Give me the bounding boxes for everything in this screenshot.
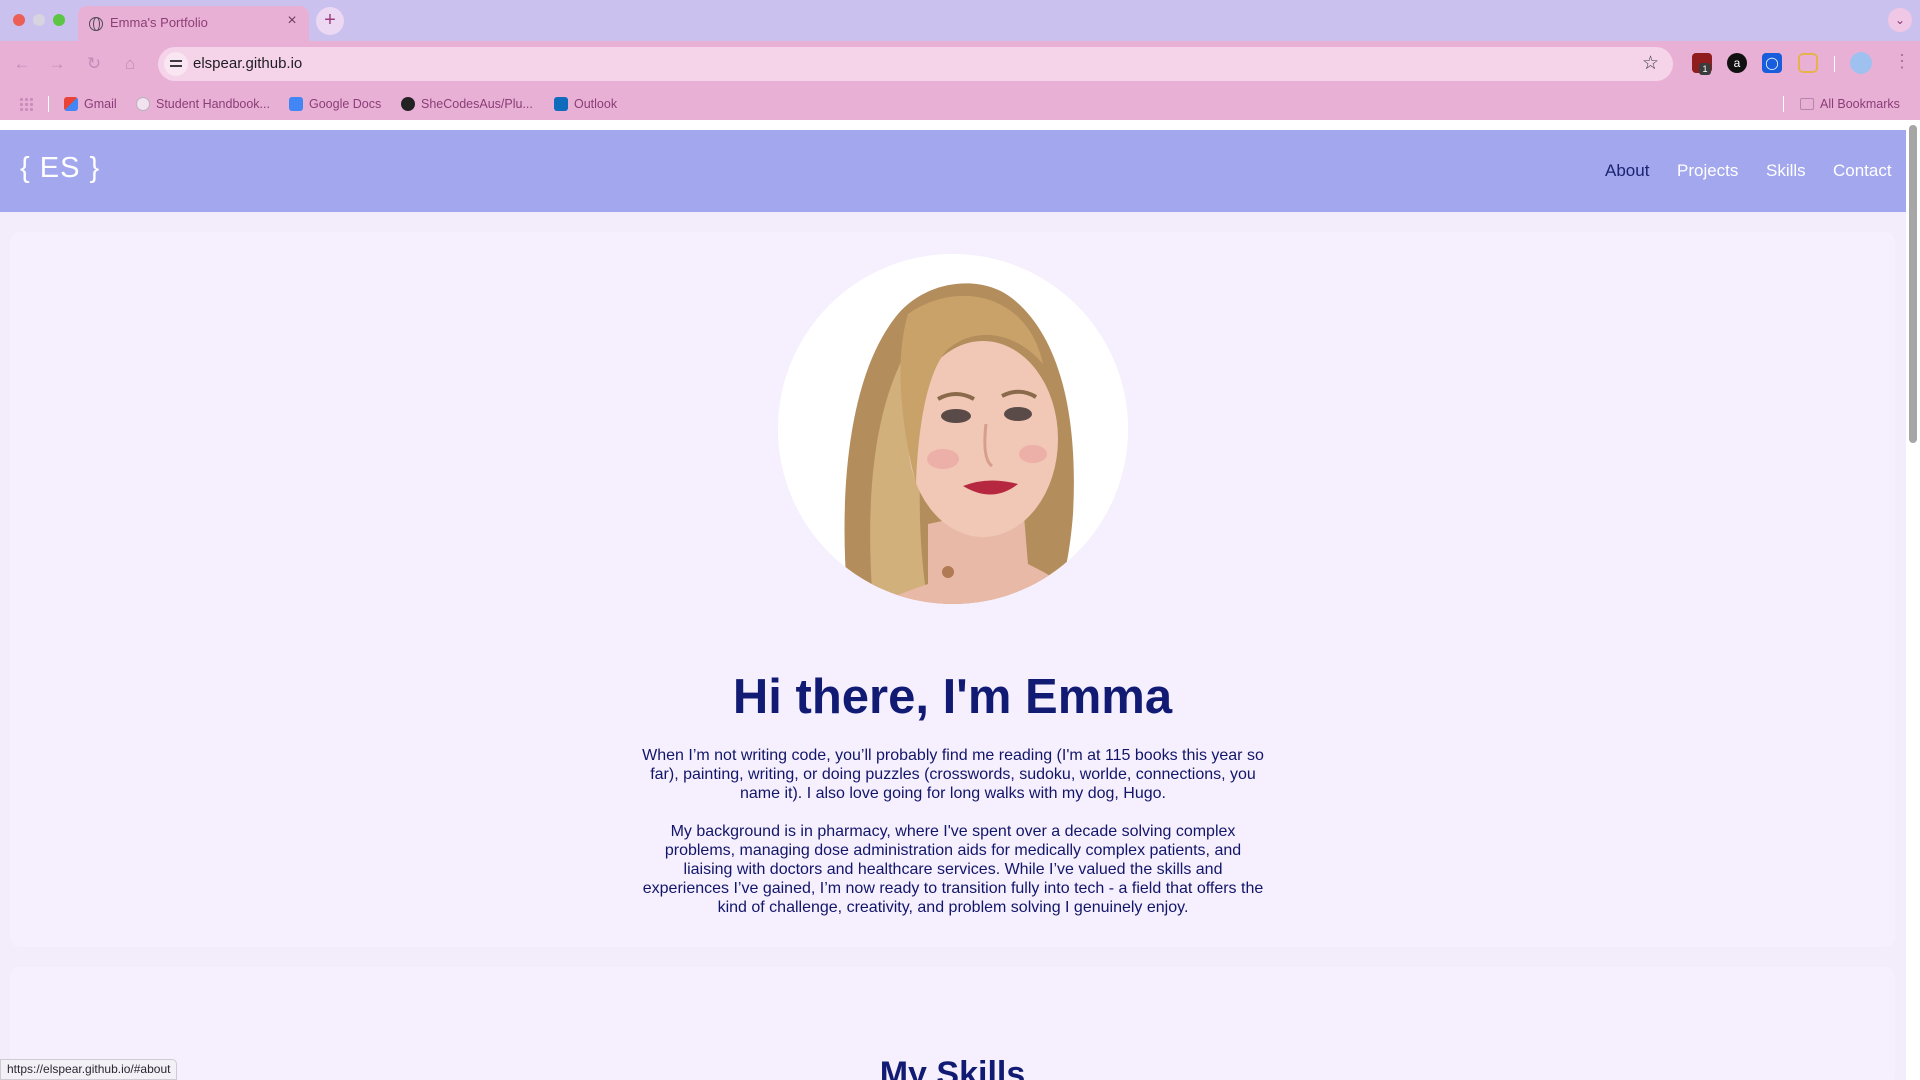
- skills-heading: My Skills: [879, 1055, 1026, 1080]
- about-section: Hi there, I'm Emma When I’m not writing …: [10, 232, 1895, 947]
- nav-contact[interactable]: Contact: [1833, 161, 1892, 181]
- tab-search-button[interactable]: ⌄: [1888, 8, 1912, 32]
- all-bookmarks-button[interactable]: All Bookmarks: [1800, 95, 1900, 113]
- bookmark-gmail[interactable]: Gmail: [64, 95, 117, 113]
- gmail-icon: [64, 97, 78, 111]
- nav-projects[interactable]: Projects: [1677, 161, 1738, 181]
- bookmarks-bar: Gmail Student Handbook... Google Docs Sh…: [0, 87, 1920, 120]
- tab-close-icon[interactable]: ×: [283, 12, 301, 30]
- bookmarks-divider: [1783, 96, 1784, 112]
- outlook-icon: [554, 97, 568, 111]
- github-icon: [401, 97, 415, 111]
- nav-skills[interactable]: Skills: [1766, 161, 1806, 181]
- nav-about[interactable]: About: [1605, 161, 1649, 181]
- url-text[interactable]: elspear.github.io: [193, 55, 302, 72]
- handbook-icon: [136, 97, 150, 111]
- window-maximize-button[interactable]: [53, 14, 65, 26]
- menu-kebab-icon[interactable]: ⋮: [1893, 51, 1911, 72]
- window-minimize-button[interactable]: [33, 14, 45, 26]
- google-docs-icon: [289, 97, 303, 111]
- folder-icon: [1800, 98, 1814, 110]
- extensions-puzzle-icon[interactable]: [1798, 53, 1818, 73]
- tab-title: Emma's Portfolio: [110, 15, 208, 30]
- bookmark-star-icon[interactable]: ☆: [1642, 52, 1659, 75]
- bookmark-label: Google Docs: [309, 97, 382, 111]
- globe-icon: [89, 17, 103, 31]
- status-bar-url: https://elspear.github.io/#about: [0, 1059, 178, 1080]
- bookmark-label: Gmail: [84, 97, 117, 111]
- scrollbar-thumb[interactable]: [1909, 125, 1917, 443]
- portrait-illustration: [778, 254, 1128, 604]
- forward-arrow-icon[interactable]: →: [46, 53, 68, 75]
- skills-section: My Skills: [10, 967, 1895, 1080]
- bookmark-label: Student Handbook...: [156, 97, 270, 111]
- address-bar[interactable]: elspear.github.io ☆: [158, 47, 1673, 81]
- bookmark-shecodes[interactable]: SheCodesAus/Plu...: [401, 95, 533, 113]
- about-paragraph-1: When I’m not writing code, you’ll probab…: [642, 747, 1264, 802]
- extension-badge: 1: [1699, 63, 1711, 75]
- about-paragraph-2: My background is in pharmacy, where I've…: [642, 823, 1264, 916]
- back-arrow-icon[interactable]: ←: [11, 53, 33, 75]
- tab-emmas-portfolio[interactable]: Emma's Portfolio ×: [78, 6, 309, 41]
- apps-grid-icon[interactable]: [19, 97, 33, 111]
- new-tab-button[interactable]: +: [316, 7, 344, 35]
- site-navbar: { ES } About Projects Skills Contact: [0, 130, 1906, 212]
- home-icon[interactable]: ⌂: [119, 53, 141, 75]
- profile-avatar[interactable]: [1850, 52, 1872, 74]
- site-info-icon[interactable]: [164, 52, 188, 76]
- profile-photo: [778, 254, 1128, 604]
- tab-strip: Emma's Portfolio × + ⌄: [0, 0, 1920, 41]
- browser-toolbar: ← → ↻ ⌂ elspear.github.io ☆ 1 a ◯ ⋮: [0, 41, 1920, 87]
- window-close-button[interactable]: [13, 14, 25, 26]
- bookmark-outlook[interactable]: Outlook: [554, 95, 617, 113]
- a-extension-icon[interactable]: a: [1727, 53, 1747, 73]
- toolbar-divider: [1834, 56, 1835, 72]
- page-top-strip: [0, 120, 1910, 130]
- hero-heading: Hi there, I'm Emma: [732, 670, 1173, 724]
- bookmarks-divider: [48, 96, 49, 112]
- bookmark-label: Outlook: [574, 97, 618, 111]
- page-scrollbar[interactable]: [1906, 120, 1920, 1080]
- bookmark-google-docs[interactable]: Google Docs: [289, 95, 381, 113]
- bookmark-label: SheCodesAus/Plu...: [421, 97, 533, 111]
- bitwarden-icon[interactable]: ◯: [1762, 53, 1782, 73]
- site-logo[interactable]: { ES }: [20, 152, 100, 185]
- bookmark-student-handbook[interactable]: Student Handbook...: [136, 95, 270, 113]
- all-bookmarks-label: All Bookmarks: [1820, 97, 1900, 111]
- reload-icon[interactable]: ↻: [83, 53, 105, 75]
